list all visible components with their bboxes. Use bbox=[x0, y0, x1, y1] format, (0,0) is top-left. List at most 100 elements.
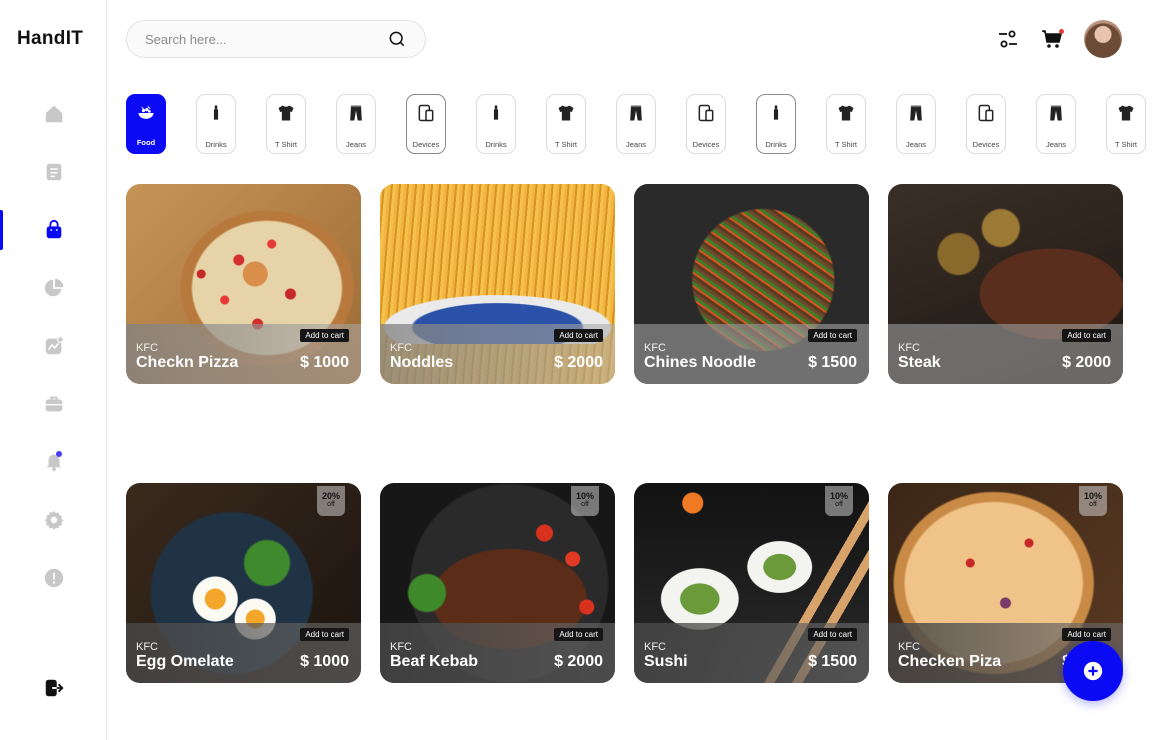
category-drinks[interactable]: Drinks bbox=[756, 94, 796, 154]
add-button[interactable] bbox=[1063, 641, 1123, 701]
notification-dot bbox=[56, 451, 62, 457]
product-brand: KFC bbox=[644, 342, 666, 354]
product-price: $ 2000 bbox=[554, 354, 603, 371]
add-to-cart-button[interactable]: Add to cart bbox=[554, 628, 603, 641]
product-card[interactable]: Add to cart KFC Checkn Pizza $ 1000 bbox=[126, 184, 361, 384]
add-to-cart-button[interactable]: Add to cart bbox=[808, 329, 857, 342]
discount-badge: 20% off bbox=[317, 486, 345, 516]
category-label: Devices bbox=[972, 140, 1000, 149]
sidebar: HandIT bbox=[0, 0, 107, 740]
search-bar[interactable] bbox=[126, 20, 426, 58]
category-jeans[interactable]: Jeans bbox=[616, 94, 656, 154]
add-to-cart-button[interactable]: Add to cart bbox=[554, 329, 603, 342]
category-jeans[interactable]: Jeans bbox=[1036, 94, 1076, 154]
sidebar-item-jobs[interactable] bbox=[0, 384, 107, 424]
category-label: Jeans bbox=[1045, 140, 1066, 149]
product-name: Checken Piza bbox=[898, 653, 1002, 670]
category-devices[interactable]: Devices bbox=[686, 94, 726, 154]
category-t-shirt[interactable]: T Shirt bbox=[826, 94, 866, 154]
jeans-icon bbox=[346, 103, 366, 128]
product-name: Sushi bbox=[644, 653, 688, 670]
jeans-icon bbox=[626, 103, 646, 128]
product-card[interactable]: 10% off Add to cart KFC Beaf Kebab $ 2000 bbox=[380, 483, 615, 683]
add-to-cart-button[interactable]: Add to cart bbox=[1062, 329, 1111, 342]
add-to-cart-button[interactable]: Add to cart bbox=[300, 329, 349, 342]
document-icon bbox=[46, 163, 61, 181]
discount-percent: 20% bbox=[321, 491, 340, 501]
product-price: $ 1500 bbox=[808, 354, 857, 371]
category-devices[interactable]: Devices bbox=[966, 94, 1006, 154]
category-label: Devices bbox=[692, 140, 720, 149]
category-label: Jeans bbox=[625, 140, 646, 149]
pie-chart-icon bbox=[44, 278, 63, 297]
discount-suffix: off bbox=[581, 501, 589, 508]
product-brand: KFC bbox=[644, 641, 666, 653]
alert-circle-icon bbox=[44, 568, 63, 588]
sidebar-item-trends[interactable] bbox=[0, 326, 107, 366]
tshirt-icon bbox=[276, 103, 296, 128]
category-t-shirt[interactable]: T Shirt bbox=[266, 94, 306, 154]
product-name: Beaf Kebab bbox=[390, 653, 479, 670]
search-input[interactable] bbox=[145, 31, 387, 47]
product-card[interactable]: 20% off Add to cart KFC Egg Omelate $ 1000 bbox=[126, 483, 361, 683]
discount-suffix: off bbox=[327, 501, 335, 508]
product-price: $ 1500 bbox=[808, 653, 857, 670]
product-brand: KFC bbox=[390, 342, 412, 354]
category-label: T Shirt bbox=[1115, 140, 1137, 149]
category-food[interactable]: Food bbox=[126, 94, 166, 154]
category-drinks[interactable]: Drinks bbox=[196, 94, 236, 154]
category-jeans[interactable]: Jeans bbox=[896, 94, 936, 154]
product-price: $ 2000 bbox=[554, 653, 603, 670]
product-card[interactable]: Add to cart KFC Steak $ 2000 bbox=[888, 184, 1123, 384]
search-icon[interactable] bbox=[387, 29, 407, 49]
product-name: Checkn Pizza bbox=[136, 354, 239, 371]
category-jeans[interactable]: Jeans bbox=[336, 94, 376, 154]
category-label: Jeans bbox=[905, 140, 926, 149]
product-brand: KFC bbox=[390, 641, 412, 653]
plus-circle-icon bbox=[1083, 661, 1103, 681]
discount-percent: 10% bbox=[575, 491, 594, 501]
sidebar-item-info[interactable] bbox=[0, 558, 107, 598]
sidebar-item-orders[interactable] bbox=[0, 152, 107, 192]
product-card[interactable]: Add to cart KFC Chines Noodle $ 1500 bbox=[634, 184, 869, 384]
product-brand: KFC bbox=[136, 641, 158, 653]
product-card[interactable]: Add to cart KFC Noddles $ 2000 bbox=[380, 184, 615, 384]
discount-badge: 10% off bbox=[825, 486, 853, 516]
product-name: Noddles bbox=[390, 354, 454, 371]
product-price: $ 1000 bbox=[300, 354, 349, 371]
category-t-shirt[interactable]: T Shirt bbox=[1106, 94, 1146, 154]
add-to-cart-button[interactable]: Add to cart bbox=[300, 628, 349, 641]
category-label: Drinks bbox=[765, 140, 787, 149]
product-brand: KFC bbox=[898, 342, 920, 354]
logout-button[interactable] bbox=[0, 668, 107, 708]
home-icon bbox=[45, 105, 62, 123]
cart-button[interactable] bbox=[1039, 26, 1065, 52]
add-to-cart-button[interactable]: Add to cart bbox=[808, 628, 857, 641]
product-name: Chines Noodle bbox=[644, 354, 757, 371]
product-price: $ 1000 bbox=[300, 653, 349, 670]
sidebar-item-settings[interactable] bbox=[0, 500, 107, 540]
sidebar-item-shop[interactable] bbox=[0, 210, 107, 250]
jeans-icon bbox=[1046, 103, 1066, 128]
sidebar-item-home[interactable] bbox=[0, 94, 107, 134]
devices-icon bbox=[696, 103, 716, 128]
sidebar-item-analytics[interactable] bbox=[0, 268, 107, 308]
category-t-shirt[interactable]: T Shirt bbox=[546, 94, 586, 154]
category-devices[interactable]: Devices bbox=[406, 94, 446, 154]
devices-icon bbox=[976, 103, 996, 128]
sidebar-item-notifications[interactable] bbox=[0, 441, 107, 481]
jeans-icon bbox=[906, 103, 926, 128]
trend-chart-icon bbox=[45, 336, 64, 355]
add-to-cart-button[interactable]: Add to cart bbox=[1062, 628, 1111, 641]
product-brand: KFC bbox=[136, 342, 158, 354]
category-label: Devices bbox=[412, 140, 440, 149]
category-label: Food bbox=[136, 138, 156, 147]
product-card[interactable]: 10% off Add to cart KFC Sushi $ 1500 bbox=[634, 483, 869, 683]
category-drinks[interactable]: Drinks bbox=[476, 94, 516, 154]
app-logo: HandIT bbox=[17, 28, 84, 49]
filter-button[interactable] bbox=[995, 26, 1021, 52]
avatar[interactable] bbox=[1084, 20, 1122, 58]
discount-percent: 10% bbox=[1083, 491, 1102, 501]
category-label: T Shirt bbox=[835, 140, 857, 149]
discount-percent: 10% bbox=[829, 491, 848, 501]
